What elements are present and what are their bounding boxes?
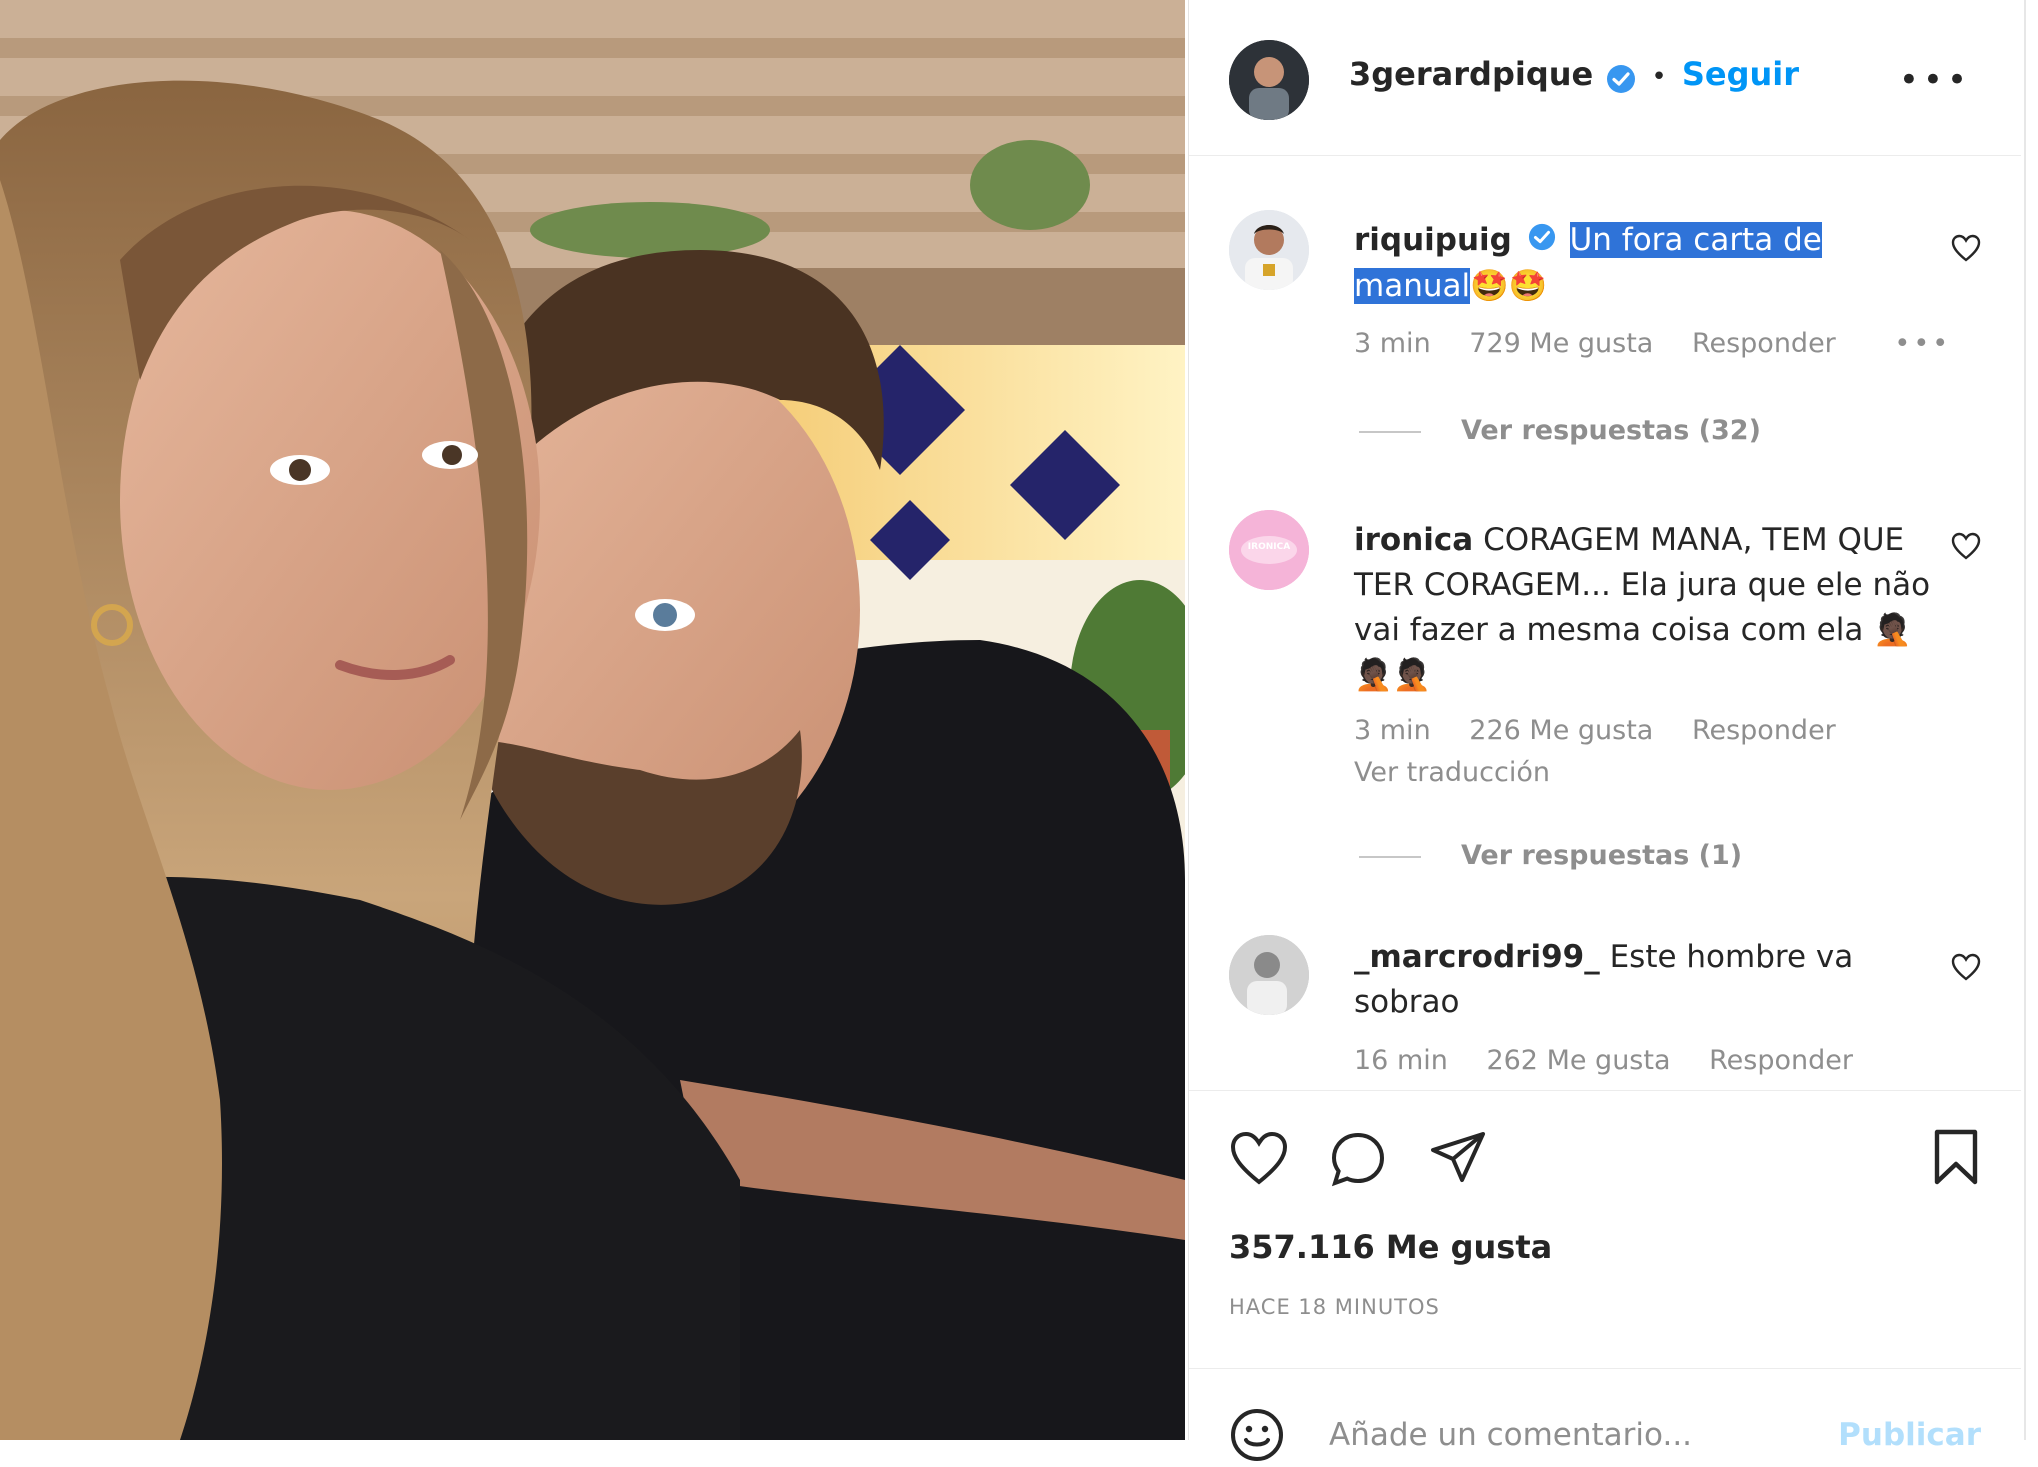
comment-likes[interactable]: 226 Me gusta bbox=[1469, 715, 1653, 746]
comment-body: riquipuig Un fora carta de manual🤩🤩 bbox=[1354, 218, 1944, 309]
like-comment-heart-icon[interactable] bbox=[1951, 953, 1981, 985]
commenter-avatar-logo: IRONICA bbox=[1247, 542, 1291, 552]
share-send-icon[interactable] bbox=[1429, 1130, 1487, 1190]
post-sidebar: 3gerardpique • Seguir ••• riquipuig Un f… bbox=[1188, 0, 2021, 1461]
post-photo[interactable] bbox=[0, 0, 1185, 1440]
comment-text-emoji: 🤩🤩 bbox=[1470, 268, 1548, 304]
verified-badge-icon bbox=[1528, 219, 1556, 264]
comment-body: ironica CORAGEM MANA, TEM QUE TER CORAGE… bbox=[1354, 518, 1944, 698]
reply-button[interactable]: Responder bbox=[1709, 1045, 1853, 1076]
reply-button[interactable]: Responder bbox=[1692, 715, 1836, 746]
header-separator: • bbox=[1651, 62, 1667, 92]
replies-divider bbox=[1359, 855, 1421, 858]
view-replies-button[interactable]: Ver respuestas (32) bbox=[1359, 415, 1761, 446]
comment-likes[interactable]: 729 Me gusta bbox=[1469, 328, 1653, 359]
comment-bubble-icon[interactable] bbox=[1329, 1130, 1387, 1192]
post-photo-image bbox=[0, 0, 1185, 1440]
more-options-icon[interactable]: ••• bbox=[1899, 60, 1971, 100]
emoji-smiley-icon[interactable] bbox=[1229, 1407, 1285, 1467]
author-avatar[interactable] bbox=[1229, 40, 1309, 120]
comment-meta: 3 min 226 Me gusta Responder bbox=[1354, 715, 1866, 746]
commenter-avatar[interactable] bbox=[1229, 935, 1309, 1015]
comment-time: 3 min bbox=[1354, 328, 1431, 359]
like-comment-heart-icon[interactable] bbox=[1951, 532, 1981, 564]
like-comment-heart-icon[interactable] bbox=[1951, 234, 1981, 266]
comment-input[interactable]: Añade un comentario... bbox=[1329, 1417, 1692, 1453]
post-likes-count[interactable]: 357.116 Me gusta bbox=[1229, 1228, 1552, 1266]
post-actions: 357.116 Me gusta HACE 18 MINUTOS bbox=[1189, 1090, 2021, 1370]
commenter-avatar[interactable]: IRONICA bbox=[1229, 510, 1309, 590]
save-bookmark-icon[interactable] bbox=[1931, 1128, 1981, 1190]
follow-button[interactable]: Seguir bbox=[1682, 55, 1799, 93]
post-header: 3gerardpique • Seguir ••• bbox=[1189, 0, 2021, 156]
post-header-info: 3gerardpique • Seguir bbox=[1349, 55, 1799, 98]
commenter-username[interactable]: ironica bbox=[1354, 522, 1473, 558]
publish-button[interactable]: Publicar bbox=[1838, 1417, 1981, 1453]
comment-meta: 3 min 729 Me gusta Responder ••• bbox=[1354, 328, 1981, 359]
like-heart-icon[interactable] bbox=[1229, 1130, 1289, 1190]
commenter-username[interactable]: riquipuig bbox=[1354, 222, 1512, 258]
commenter-username[interactable]: _marcrodri99_ bbox=[1354, 939, 1600, 975]
comment-body: _marcrodri99_ Este hombre va sobrao bbox=[1354, 935, 1944, 1025]
comments-list[interactable]: riquipuig Un fora carta de manual🤩🤩 3 mi… bbox=[1189, 155, 2021, 1091]
comment-more-icon[interactable]: ••• bbox=[1894, 328, 1951, 359]
reply-button[interactable]: Responder bbox=[1692, 328, 1836, 359]
post-timestamp: HACE 18 MINUTOS bbox=[1229, 1295, 1440, 1319]
comment-time: 16 min bbox=[1354, 1045, 1448, 1076]
add-comment-bar: Añade un comentario... Publicar bbox=[1189, 1368, 2021, 1461]
view-replies-label: Ver respuestas (1) bbox=[1461, 840, 1743, 871]
view-replies-button[interactable]: Ver respuestas (1) bbox=[1359, 840, 1742, 871]
author-avatar-image bbox=[1229, 40, 1309, 120]
window-edge-divider bbox=[2024, 0, 2026, 1440]
commenter-avatar-image bbox=[1229, 935, 1309, 1015]
comment-time: 3 min bbox=[1354, 715, 1431, 746]
commenter-avatar[interactable] bbox=[1229, 210, 1309, 290]
comment-likes[interactable]: 262 Me gusta bbox=[1486, 1045, 1670, 1076]
author-username[interactable]: 3gerardpique bbox=[1349, 55, 1593, 93]
translate-button[interactable]: Ver traducción bbox=[1354, 757, 1550, 788]
replies-divider bbox=[1359, 430, 1421, 433]
commenter-avatar-image bbox=[1229, 210, 1309, 290]
verified-badge-icon bbox=[1606, 64, 1636, 98]
comment-meta: 16 min 262 Me gusta Responder bbox=[1354, 1045, 1883, 1076]
view-replies-label: Ver respuestas (32) bbox=[1461, 415, 1761, 446]
